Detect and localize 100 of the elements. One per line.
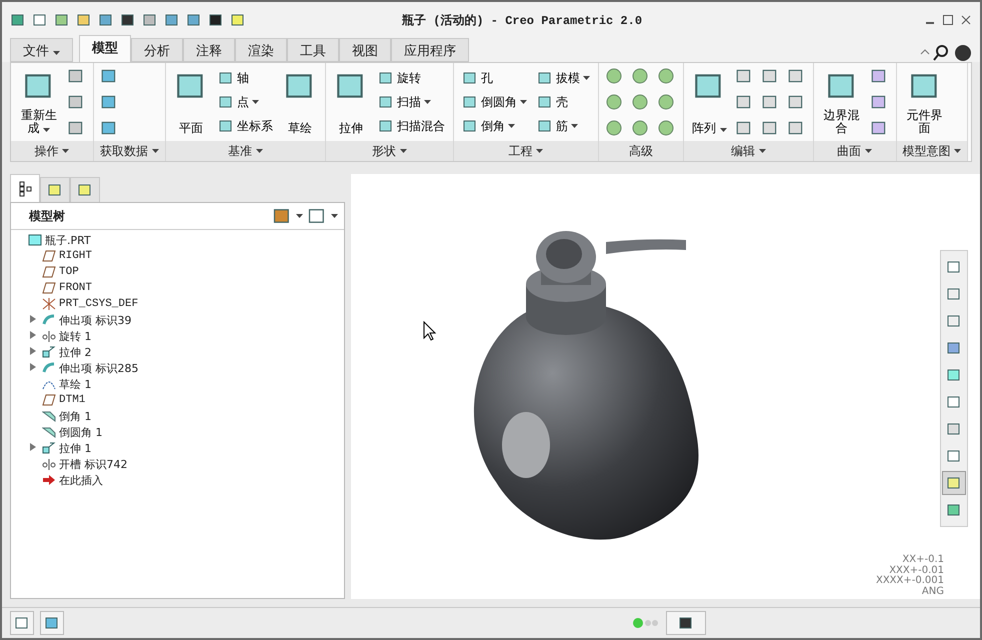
feature-icon (378, 94, 394, 110)
toolbar-icon[interactable] (760, 67, 779, 85)
ribbon-button[interactable]: 拉伸 (332, 67, 370, 137)
tree-item[interactable]: 拉伸 2 (59, 344, 92, 360)
toolbar-icon[interactable] (870, 67, 888, 85)
caret-icon (252, 100, 259, 104)
ribbon-button[interactable]: 筋 (534, 115, 592, 137)
find-button[interactable] (666, 611, 706, 635)
collapsed-arrow-icon[interactable] (29, 347, 36, 355)
toolbar-icon[interactable] (870, 93, 888, 111)
toolbar-icon[interactable] (67, 119, 85, 137)
tree-item[interactable]: 旋转 1 (59, 328, 92, 344)
caret-icon (43, 128, 50, 132)
toolbar-icon[interactable] (100, 67, 118, 85)
caret-icon (331, 214, 338, 218)
group-label[interactable]: 获取数据 (94, 141, 165, 161)
ribbon-tab[interactable]: 视图 (339, 38, 392, 62)
group-label[interactable]: 编辑 (684, 141, 813, 161)
tree-item[interactable]: 开槽 标识742 (59, 456, 128, 472)
toolbar-icon[interactable] (67, 93, 85, 111)
tree-item[interactable]: 倒圆角 1 (59, 424, 102, 440)
panel-tab[interactable] (10, 174, 40, 202)
revolve-icon (42, 330, 56, 342)
collapsed-arrow-icon[interactable] (29, 315, 36, 323)
tree-item[interactable]: FRONT (59, 282, 92, 294)
tree-item[interactable]: 倒角 1 (59, 408, 92, 424)
plane-icon (42, 250, 56, 262)
tree-item[interactable]: TOP (59, 266, 79, 278)
file-menu[interactable]: 文件 (10, 38, 74, 62)
ribbon-button[interactable]: 草绘 (280, 67, 319, 137)
tree-item[interactable]: PRT_CSYS_DEF (59, 298, 138, 310)
feature-icon (378, 70, 394, 86)
view-tool[interactable] (942, 471, 966, 495)
toolbar-icon[interactable] (786, 67, 805, 85)
ribbon-button[interactable]: 轴 (216, 67, 275, 89)
tree-item[interactable]: DTM1 (59, 394, 86, 406)
tree-item[interactable]: 拉伸 1 (59, 440, 92, 456)
ribbon-button[interactable]: 边界混合 (820, 67, 864, 137)
ribbon-tab[interactable]: 工具 (287, 38, 340, 62)
ribbon-button[interactable]: 倒角 (460, 115, 529, 137)
toolbar-icon[interactable] (760, 119, 779, 137)
browser-toggle-button[interactable] (40, 611, 64, 635)
chamfer-icon (42, 410, 56, 422)
close-icon[interactable] (960, 14, 972, 26)
ribbon-button[interactable]: 坐标系 (216, 115, 275, 137)
tree-toggle-button[interactable] (10, 611, 34, 635)
group-label[interactable]: 操作 (11, 141, 93, 161)
toolbar-icon[interactable] (734, 93, 753, 111)
feature-icon (378, 118, 394, 134)
ribbon-tab[interactable]: 应用程序 (391, 38, 470, 62)
ribbon-button[interactable]: 重新生成 (17, 67, 61, 137)
tree-item[interactable]: 草绘 1 (59, 376, 92, 392)
ribbon-button[interactable]: 平面 (172, 67, 210, 137)
tolerance-text: ANG (922, 586, 944, 597)
collapsed-arrow-icon[interactable] (29, 331, 36, 339)
caret-icon (758, 149, 766, 153)
ribbon-button[interactable]: 孔 (460, 67, 529, 89)
toolbar-icon[interactable] (734, 119, 753, 137)
ribbon-button[interactable]: 旋转 (376, 67, 447, 89)
toolbar-icon[interactable] (67, 67, 85, 85)
feature-icon (536, 94, 553, 110)
group-label[interactable]: 曲面 (814, 141, 896, 161)
group-label[interactable]: 模型意图 (896, 141, 968, 161)
ribbon-tab[interactable]: 注释 (183, 38, 236, 62)
group-label[interactable]: 工程 (454, 141, 598, 161)
feature-icon (218, 94, 234, 110)
caret-icon (296, 214, 303, 218)
toolbar-icon[interactable] (100, 93, 118, 111)
toolbar-icon[interactable] (870, 119, 888, 137)
toolbar-icon[interactable] (734, 67, 753, 85)
toolbar-icon[interactable] (760, 93, 779, 111)
collapsed-arrow-icon[interactable] (29, 363, 36, 371)
tree-item[interactable]: 瓶子.PRT (45, 232, 91, 248)
ribbon-button[interactable]: 拔模 (534, 67, 592, 89)
ribbon-tab[interactable]: 分析 (131, 38, 184, 62)
toolbar-icon[interactable] (100, 119, 118, 137)
group-label[interactable]: 形状 (326, 141, 453, 161)
ribbon-tab[interactable]: 渲染 (235, 38, 288, 62)
ribbon-button[interactable]: 扫描 (376, 91, 447, 113)
tree-item[interactable]: RIGHT (59, 250, 92, 262)
maximize-icon[interactable] (942, 14, 954, 26)
ribbon-button[interactable]: 倒圆角 (460, 91, 529, 113)
ribbon-button[interactable]: 壳 (534, 91, 592, 113)
toolbar-icon[interactable] (786, 93, 805, 111)
group-label[interactable]: 高级 (598, 141, 683, 161)
group-label[interactable]: 基准 (166, 141, 325, 161)
tree-item[interactable]: 伸出项 标识285 (59, 360, 138, 376)
caret-icon (424, 100, 431, 104)
ribbon-button[interactable]: 元件界面 (902, 67, 947, 137)
ribbon-button[interactable]: 点 (216, 91, 275, 113)
ribbon-tab[interactable]: 模型 (79, 35, 132, 62)
collapsed-arrow-icon[interactable] (29, 443, 36, 451)
ribbon-button[interactable]: 扫描混合 (376, 115, 447, 137)
toolbar-icon[interactable] (786, 119, 805, 137)
ribbon-button[interactable]: 阵列 (690, 67, 729, 137)
caret-icon (536, 149, 544, 153)
feature-icon (536, 70, 553, 86)
tree-item[interactable]: 在此插入 (59, 472, 103, 488)
tree-item[interactable]: 伸出项 标识39 (59, 312, 132, 328)
extrude-icon (42, 442, 56, 454)
